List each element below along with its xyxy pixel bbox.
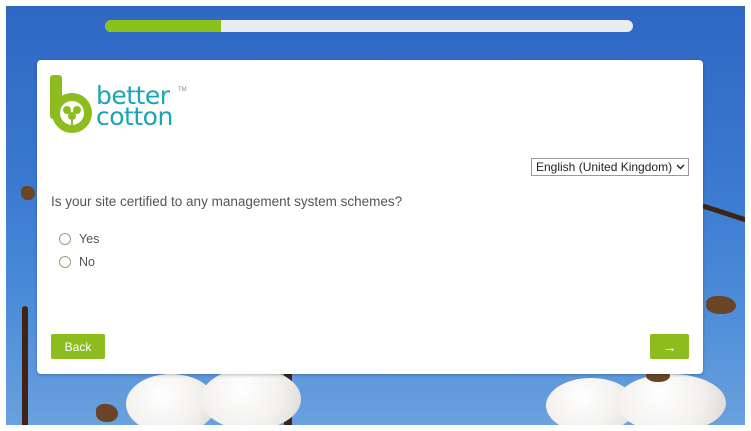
option-no[interactable]: No	[59, 255, 95, 269]
next-button[interactable]: →	[650, 334, 689, 359]
option-no-label: No	[79, 255, 95, 269]
chevron-down-icon	[676, 164, 685, 170]
cotton-boll-logo-icon	[50, 75, 92, 133]
back-button[interactable]: Back	[51, 334, 105, 359]
logo-line-cotton: cotton	[96, 102, 173, 131]
radio-yes[interactable]	[59, 233, 71, 245]
better-cotton-logo: better cotton TM	[50, 75, 190, 135]
cotton-husk	[96, 404, 118, 422]
cotton-boll	[201, 368, 301, 425]
option-yes-label: Yes	[79, 232, 100, 246]
radio-no[interactable]	[59, 256, 71, 268]
language-select-value: English (United Kingdom)	[536, 160, 673, 174]
language-select[interactable]: English (United Kingdom)	[531, 158, 689, 176]
progress-fill	[105, 20, 222, 32]
question-text: Is your site certified to any management…	[51, 194, 403, 209]
cotton-husk	[21, 186, 35, 200]
survey-card: better cotton TM English (United Kingdom…	[37, 60, 703, 374]
logo-trademark: TM	[178, 87, 187, 93]
page-background: better cotton TM English (United Kingdom…	[6, 6, 745, 425]
cotton-branch	[701, 203, 745, 224]
option-yes[interactable]: Yes	[59, 232, 99, 246]
cotton-stem	[22, 306, 28, 425]
cotton-husk	[706, 296, 736, 314]
progress-bar	[105, 20, 633, 32]
cotton-boll	[616, 374, 726, 425]
logo-wordmark: better cotton	[96, 83, 173, 131]
